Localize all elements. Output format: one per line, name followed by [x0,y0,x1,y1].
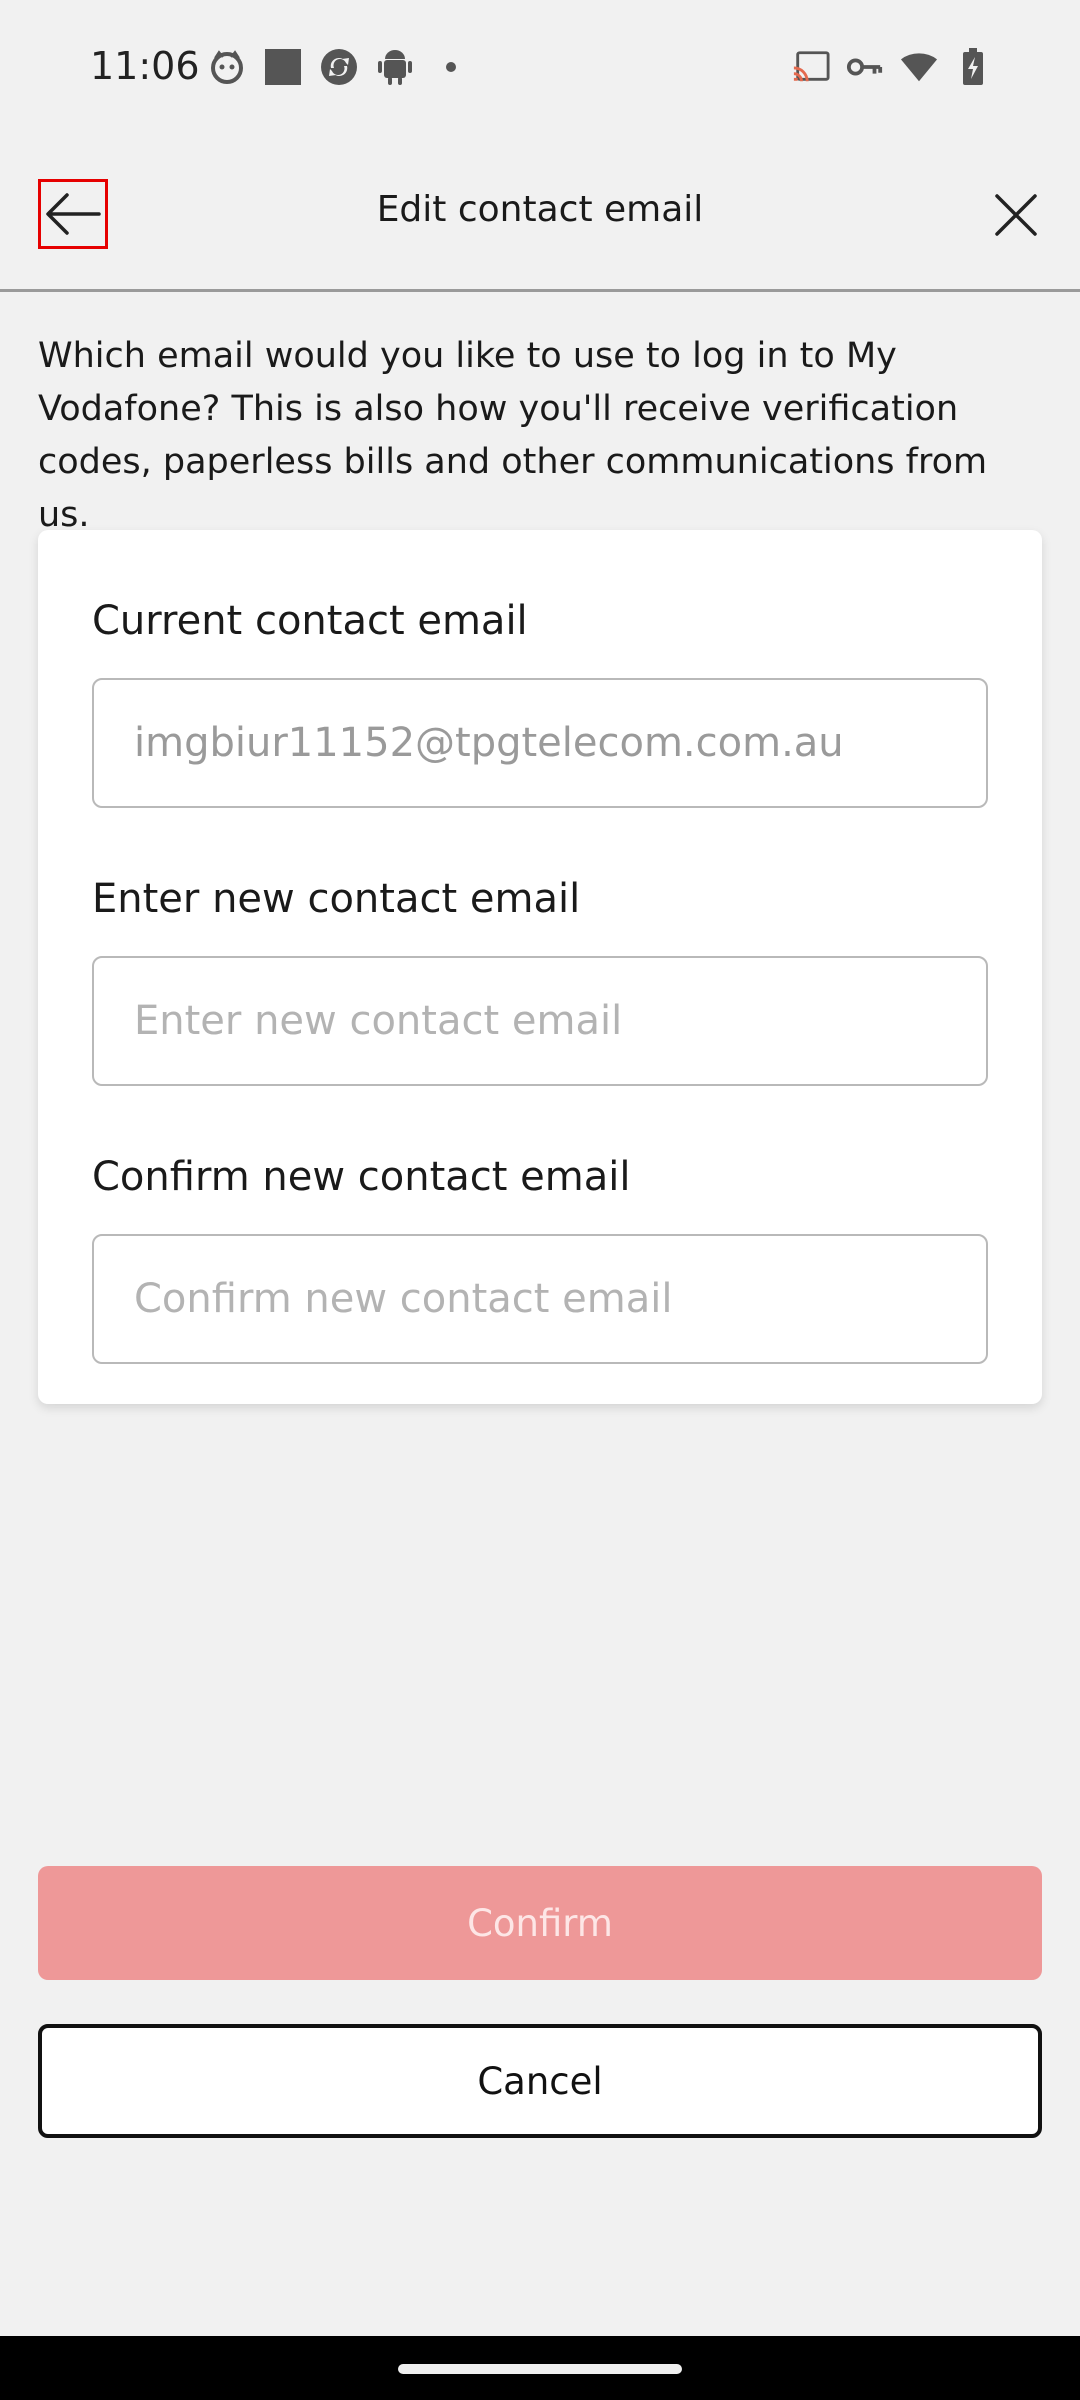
close-icon [995,194,1037,236]
intro-text: Which email would you like to use to log… [38,336,988,535]
dot-icon [432,48,470,86]
square-icon [264,48,302,86]
current-email-label: Current contact email [92,598,528,644]
sync-badge-icon [320,48,358,86]
confirm-button[interactable]: Confirm [38,1866,1042,1980]
battery-charging-icon [954,48,992,86]
navigation-bar [0,2336,1080,2400]
current-email-field[interactable] [92,678,988,808]
home-gesture-handle[interactable] [398,2364,682,2374]
cast-icon [792,48,830,86]
status-bar: 11:06 [0,0,1080,135]
cancel-button[interactable]: Cancel [38,2024,1042,2138]
top-app-bar: Edit contact email [0,135,1080,292]
new-email-input[interactable] [92,956,988,1086]
close-button[interactable] [988,187,1044,243]
email-form-card: Current contact email Enter new contact … [38,530,1042,1404]
confirm-email-label: Confirm new contact email [92,1154,631,1200]
confirm-email-input[interactable] [92,1234,988,1364]
vpn-key-icon [846,48,884,86]
android-icon [376,48,414,86]
status-icons-left [208,48,470,86]
status-icons-right [792,48,992,86]
status-time: 11:06 [90,44,200,88]
cat-face-icon [208,48,246,86]
page-title: Edit contact email [376,189,704,230]
wifi-icon [900,48,938,86]
new-email-label: Enter new contact email [92,876,581,922]
